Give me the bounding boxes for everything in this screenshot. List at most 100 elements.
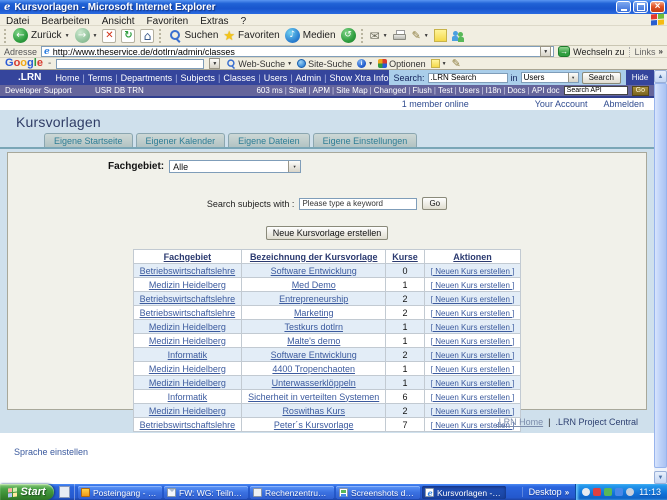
create-course-link[interactable]: [ Neuen Kurs erstellen ]: [431, 323, 515, 332]
site-search-button[interactable]: Site-Suche: [297, 59, 352, 69]
go-button[interactable]: → Wechseln zu: [558, 46, 625, 57]
tray-icon[interactable]: [593, 488, 602, 496]
media-button[interactable]: ♪ Medien: [284, 27, 336, 45]
header-kurse[interactable]: Kurse: [385, 249, 425, 264]
vertical-scrollbar[interactable]: ▲ ▼: [654, 70, 667, 484]
info-dropdown-icon[interactable]: ▼: [368, 61, 373, 67]
web-search-dropdown-icon[interactable]: ▼: [287, 61, 292, 67]
back-dropdown-icon[interactable]: ▼: [65, 33, 70, 39]
nav-link[interactable]: Terms: [88, 73, 113, 83]
taskbar-task[interactable]: Kursvorlagen - Micros...: [422, 486, 506, 499]
set-language-link[interactable]: Sprache einstellen: [14, 447, 88, 457]
dev-link[interactable]: Docs: [507, 86, 525, 95]
menu-item[interactable]: Datei: [6, 16, 29, 27]
members-online[interactable]: 1 member online: [402, 99, 469, 109]
portal-tab[interactable]: Eigene Startseite: [44, 133, 133, 147]
logout-link[interactable]: Abmelden: [603, 99, 644, 109]
dev-link[interactable]: Changed: [374, 86, 406, 95]
subject-link[interactable]: Betriebswirtschaftslehre: [140, 308, 236, 318]
highlight-dropdown-icon[interactable]: ▼: [442, 61, 447, 67]
forward-dropdown-icon[interactable]: ▼: [93, 33, 98, 39]
lrn-logo[interactable]: .LRN: [0, 72, 55, 83]
create-course-link[interactable]: [ Neuen Kurs erstellen ]: [431, 337, 515, 346]
template-link[interactable]: Software Entwicklung: [271, 350, 357, 360]
taskbar-task[interactable]: FW: WG: Teilnahme v...: [164, 486, 248, 499]
template-link[interactable]: Marketing: [294, 308, 334, 318]
tray-icon[interactable]: [604, 488, 613, 496]
subject-link[interactable]: Betriebswirtschaftslehre: [140, 420, 236, 430]
address-input[interactable]: e http://www.theservice.de/dotlrn/admin/…: [41, 46, 555, 57]
print-button[interactable]: [392, 30, 407, 41]
template-link[interactable]: Sicherheit in verteilten Systemen: [248, 392, 379, 402]
portal-tab[interactable]: Eigene Einstellungen: [312, 133, 418, 147]
search-button[interactable]: Suchen: [168, 27, 218, 45]
tray-icon[interactable]: [615, 488, 624, 496]
stop-button[interactable]: ✕: [102, 28, 117, 43]
template-link[interactable]: Med Demo: [292, 280, 336, 290]
create-course-link[interactable]: [ Neuen Kurs erstellen ]: [431, 295, 515, 304]
subject-link[interactable]: Betriebswirtschaftslehre: [140, 266, 236, 276]
links-toolbar[interactable]: Links »: [628, 46, 663, 57]
subject-link[interactable]: Medizin Heidelberg: [149, 336, 226, 346]
desktop-toolbar[interactable]: Desktop »: [521, 487, 575, 497]
highlight-button[interactable]: ▼: [430, 59, 447, 68]
taskbar-task[interactable]: Rechenzentrum Uni K...: [250, 486, 334, 499]
edit-dropdown-icon[interactable]: ▼: [424, 33, 429, 39]
options-button[interactable]: Optionen: [378, 59, 426, 69]
keyword-go-button[interactable]: Go: [422, 197, 448, 210]
subject-link[interactable]: Informatik: [168, 350, 208, 360]
start-button[interactable]: Start: [0, 484, 54, 500]
edit-button[interactable]: ✎ ▼: [412, 27, 429, 45]
subject-link[interactable]: Medizin Heidelberg: [149, 364, 226, 374]
favorites-button[interactable]: ★ Favoriten: [223, 27, 279, 45]
portal-tab[interactable]: Eigener Kalender: [135, 133, 226, 147]
nav-link[interactable]: Home: [55, 73, 79, 83]
dev-link[interactable]: Shell: [289, 86, 307, 95]
template-link[interactable]: Roswithas Kurs: [282, 406, 345, 416]
restore-button[interactable]: [633, 1, 648, 13]
nav-link[interactable]: Departments: [121, 73, 173, 83]
subject-filter-select[interactable]: Alle ▼: [169, 160, 302, 173]
back-button[interactable]: ← Zurück ▼: [13, 27, 70, 45]
header-fachgebiet[interactable]: Fachgebiet: [132, 249, 243, 264]
google-search-input[interactable]: [56, 58, 205, 69]
subject-link[interactable]: Medizin Heidelberg: [149, 280, 226, 290]
menu-item[interactable]: ?: [241, 16, 247, 27]
google-search-dropdown-icon[interactable]: ▼: [209, 58, 221, 69]
create-course-link[interactable]: [ Neuen Kurs erstellen ]: [431, 351, 515, 360]
portal-tab[interactable]: Eigene Dateien: [228, 133, 310, 147]
address-url[interactable]: http://www.theservice.de/dotlrn/admin/cl…: [53, 47, 537, 57]
template-link[interactable]: Unterwasserklöppeln: [272, 378, 356, 388]
minimize-button[interactable]: [616, 1, 631, 13]
subject-link[interactable]: Betriebswirtschaftslehre: [140, 294, 236, 304]
subject-link[interactable]: Medizin Heidelberg: [149, 378, 226, 388]
create-course-link[interactable]: [ Neuen Kurs erstellen ]: [431, 379, 515, 388]
pen-icon[interactable]: ✎: [452, 57, 461, 70]
template-link[interactable]: Testkurs dotlrn: [284, 322, 343, 332]
menu-item[interactable]: Bearbeiten: [41, 16, 89, 27]
nav-link[interactable]: Users: [264, 73, 288, 83]
refresh-button[interactable]: ↻: [121, 28, 136, 43]
header-aktionen[interactable]: Aktionen: [423, 249, 522, 264]
template-link[interactable]: Software Entwicklung: [271, 266, 357, 276]
page-info-button[interactable]: i ▼: [357, 59, 373, 68]
scrollbar-thumb[interactable]: [654, 83, 667, 468]
desktop-chevron-icon[interactable]: »: [565, 488, 569, 497]
discuss-note-icon[interactable]: [433, 29, 447, 42]
forward-button[interactable]: → ▼: [74, 27, 98, 45]
taskbar-task[interactable]: Posteingang - Micros....: [78, 486, 162, 499]
keyword-input[interactable]: [299, 197, 418, 210]
dev-link[interactable]: APM: [313, 86, 330, 95]
show-desktop-icon[interactable]: [58, 486, 70, 498]
create-course-link[interactable]: [ Neuen Kurs erstellen ]: [431, 281, 515, 290]
dev-link[interactable]: Users: [459, 86, 480, 95]
address-dropdown-icon[interactable]: ▼: [540, 46, 552, 57]
dev-link[interactable]: Flush: [412, 86, 432, 95]
menu-item[interactable]: Ansicht: [102, 16, 135, 27]
nav-link[interactable]: Classes: [223, 73, 255, 83]
api-search-input[interactable]: [563, 86, 628, 95]
new-template-button[interactable]: Neue Kursvorlage erstellen: [265, 226, 389, 240]
lrn-search-scope-select[interactable]: Users ▼: [520, 72, 579, 83]
close-button[interactable]: ×: [650, 1, 665, 13]
home-button[interactable]: ⌂: [140, 28, 155, 43]
